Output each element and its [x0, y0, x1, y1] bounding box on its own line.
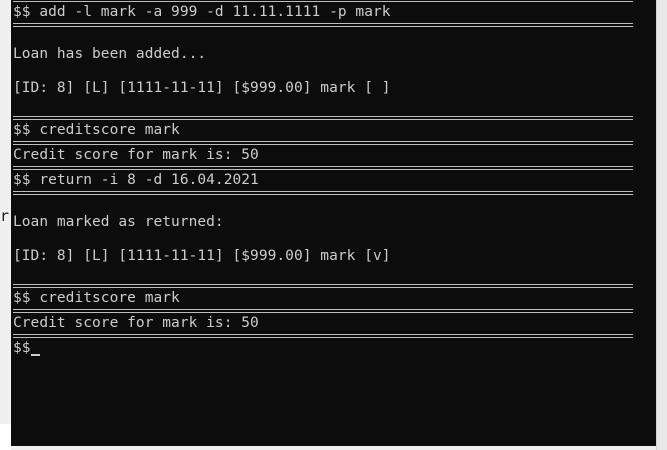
- blank-line: [13, 197, 391, 214]
- separator-rule: [13, 307, 633, 315]
- command-prompt[interactable]: $$: [13, 340, 391, 357]
- blank-line: [13, 97, 391, 114]
- command-line: $$ return -i 8 -d 16.04.2021: [13, 172, 259, 188]
- separator-rule: [13, 114, 633, 122]
- separator-rule: [13, 139, 633, 147]
- separator-rule: [13, 21, 633, 29]
- output-line: Loan marked as returned:: [13, 214, 224, 230]
- command-line: $$ creditscore mark: [13, 122, 180, 138]
- output-line: [ID: 8] [L] [1111-11-11] [$999.00] mark …: [13, 80, 391, 96]
- background-partial-text: r: [0, 207, 10, 225]
- terminal-window[interactable]: $$ add -l mark -a 999 -d 11.11.1111 -p m…: [11, 0, 656, 446]
- output-line: Credit score for mark is: 50: [13, 147, 259, 163]
- command-line: $$ creditscore mark: [13, 290, 180, 306]
- blank-line: [13, 63, 391, 80]
- blank-line: [13, 231, 391, 248]
- separator-rule: [13, 0, 633, 4]
- output-line: [ID: 8] [L] [1111-11-11] [$999.00] mark …: [13, 248, 391, 264]
- prompt-text: $$: [13, 340, 31, 356]
- background-strip: [0, 424, 11, 450]
- terminal-scrollbar[interactable]: [656, 0, 667, 450]
- text-cursor: [30, 354, 40, 356]
- output-line: Loan has been added...: [13, 46, 207, 62]
- separator-rule: [13, 164, 633, 172]
- blank-line: [13, 29, 391, 46]
- separator-rule: [13, 282, 633, 290]
- separator-rule: [13, 189, 633, 197]
- terminal-output: $$ add -l mark -a 999 -d 11.11.1111 -p m…: [13, 0, 633, 357]
- command-line: $$ add -l mark -a 999 -d 11.11.1111 -p m…: [13, 4, 391, 20]
- blank-line: [13, 265, 391, 282]
- separator-rule: [13, 332, 633, 340]
- output-line: Credit score for mark is: 50: [13, 315, 259, 331]
